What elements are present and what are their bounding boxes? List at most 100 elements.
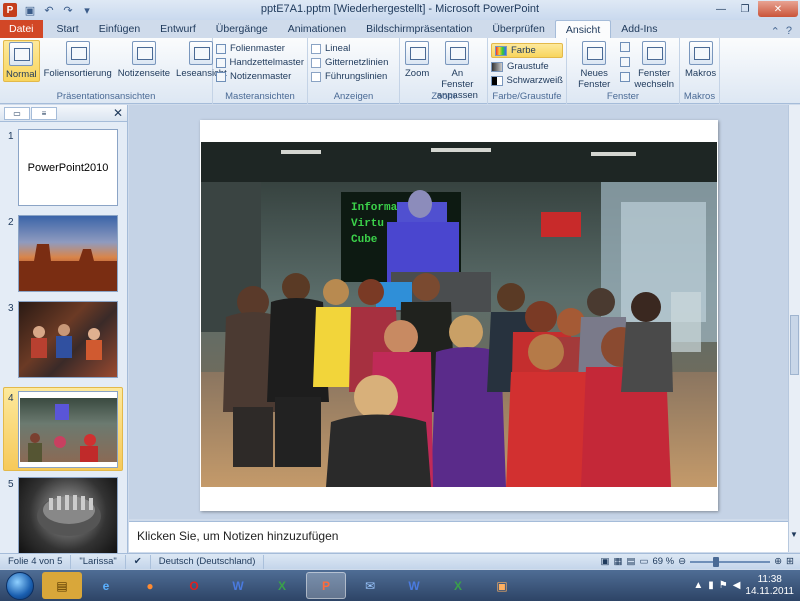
group-label: Zoom [431, 91, 456, 102]
graustufe-button[interactable]: Graustufe [491, 61, 563, 72]
foliensortierung-button[interactable]: Foliensortierung [42, 40, 114, 82]
thunderbird-icon[interactable]: ✉ [350, 572, 390, 599]
excel-icon[interactable]: X [438, 572, 478, 599]
normal-view-status-icon[interactable]: ▣ [601, 556, 610, 567]
zoom-slider[interactable] [690, 556, 771, 567]
tab-animationen[interactable]: Animationen [278, 20, 356, 38]
outline-tab[interactable]: ≡ [31, 106, 57, 120]
farbe-button[interactable]: Farbe [491, 43, 563, 58]
tab-datei[interactable]: Datei [0, 20, 43, 38]
maximize-button[interactable]: ❐ [734, 1, 756, 17]
zoom-level[interactable]: 69 % [652, 556, 674, 567]
fit-to-window-icon [445, 41, 470, 65]
start-button[interactable] [6, 571, 34, 600]
presentation-viewer-icon[interactable]: ▣ [482, 572, 522, 599]
minimize-ribbon-icon[interactable]: ⌃ [771, 25, 780, 38]
fuehrungslinien-checkbox[interactable]: Führungslinien [311, 71, 396, 82]
group-label: Masteransichten [225, 91, 295, 102]
slideshow-status-icon[interactable]: ▭ [639, 556, 648, 567]
save-icon[interactable]: ▣ [23, 4, 37, 17]
word-icon[interactable]: W [394, 572, 434, 599]
ribbon-tabs: Datei Start Einfügen Entwurf Übergänge A… [0, 20, 800, 38]
close-pane-icon[interactable]: ✕ [113, 106, 123, 120]
normal-view-button[interactable]: Normal [3, 40, 40, 82]
firefox-icon[interactable]: ● [130, 572, 170, 599]
slides-pane-header: ▭ ≡ ✕ [0, 105, 127, 122]
internet-explorer-icon[interactable]: e [86, 572, 126, 599]
notes-pane[interactable]: Klicken Sie, um Notizen hinzuzufügen [129, 521, 788, 552]
svg-text:Virtu: Virtu [351, 218, 384, 230]
volume-icon[interactable]: ◀ [733, 580, 741, 591]
language-indicator[interactable]: Deutsch (Deutschland) [151, 554, 265, 569]
folienmaster-button[interactable]: Folienmaster [216, 43, 304, 54]
tab-einfuegen[interactable]: Einfügen [89, 20, 150, 38]
slide-master-icon [216, 43, 226, 54]
current-slide[interactable]: Informa Virtu Cube [200, 120, 718, 511]
tab-bildschirmpraesentation[interactable]: Bildschirmpräsentation [356, 20, 482, 38]
slide-thumbnail-selected[interactable]: 4 [0, 391, 122, 473]
minimize-button[interactable]: — [710, 1, 732, 17]
quick-access-toolbar: ▣ ↶ ↷ ▾ [23, 4, 94, 17]
reading-view-status-icon[interactable]: ▤ [626, 556, 635, 567]
cascade-icon[interactable] [620, 57, 631, 67]
vertical-scrollbar[interactable]: ▼ [788, 105, 800, 552]
schwarzweiss-button[interactable]: Schwarzweiß [491, 75, 563, 86]
help-icon[interactable]: ? [786, 25, 792, 38]
move-split-icon[interactable] [620, 72, 631, 82]
zoom-in-icon[interactable]: ⊕ [774, 556, 782, 567]
desert-image [19, 244, 117, 291]
zoom-out-icon[interactable]: ⊖ [678, 556, 686, 567]
opera-icon[interactable]: O [174, 572, 214, 599]
makros-button[interactable]: Makros [683, 40, 718, 80]
tray-expand-icon[interactable]: ▲ [693, 580, 703, 591]
excel-icon[interactable]: X [262, 572, 302, 599]
zoom-slider-knob[interactable] [713, 556, 720, 567]
notizenmaster-button[interactable]: Notizenmaster [216, 71, 304, 82]
word-icon[interactable]: W [218, 572, 258, 599]
slide-preview: PowerPoint2010 [18, 129, 118, 206]
close-button[interactable]: ✕ [758, 1, 798, 17]
tab-start[interactable]: Start [47, 20, 89, 38]
slides-tab[interactable]: ▭ [4, 106, 30, 120]
tab-add-ins[interactable]: Add-Ins [611, 20, 667, 38]
group-label: Anzeigen [333, 91, 374, 102]
group-masteransichten: Folienmaster Handzettelmaster Notizenmas… [213, 38, 308, 104]
slide-thumbnail[interactable]: 3 [0, 301, 122, 383]
window-title: pptE7A1.pptm [Wiederhergestellt] - Micro… [260, 3, 540, 15]
tab-ueberpruefen[interactable]: Überprüfen [482, 20, 555, 38]
fenster-wechseln-button[interactable]: Fenster wechseln [632, 40, 676, 91]
undo-icon[interactable]: ↶ [42, 4, 56, 17]
network-icon[interactable]: ▮ [708, 580, 714, 591]
tab-ansicht[interactable]: Ansicht [554, 20, 612, 38]
lineal-checkbox[interactable]: Lineal [311, 43, 396, 54]
group-zoom: Zoom An Fenster anpassen Zoom [400, 38, 488, 104]
color-icon [495, 45, 507, 56]
redo-icon[interactable]: ↷ [61, 4, 75, 17]
powerpoint-taskbar-icon[interactable]: P [306, 572, 346, 599]
slide-preview [18, 301, 118, 378]
neues-fenster-button[interactable]: Neues Fenster [570, 40, 618, 91]
arrange-all-icon[interactable] [620, 42, 631, 52]
notizenseite-button[interactable]: Notizenseite [116, 40, 172, 82]
clock[interactable]: 11:38 14.11.2011 [745, 574, 794, 598]
handzettelmaster-button[interactable]: Handzettelmaster [216, 57, 304, 68]
slide-thumbnail[interactable]: 1 PowerPoint2010 [0, 129, 122, 211]
powerpoint-app-icon[interactable]: P [3, 3, 17, 17]
slide-thumbnail[interactable]: 5 [0, 477, 122, 559]
flag-icon[interactable]: ⚑ [719, 580, 728, 591]
tab-entwurf[interactable]: Entwurf [150, 20, 206, 38]
windows-taskbar: ▤ e ● O W X P ✉ W X ▣ ▲ ▮ ⚑ ◀ 11:38 14.1… [0, 570, 800, 601]
spellcheck-icon[interactable]: ✔ [126, 554, 151, 569]
fit-slide-icon[interactable]: ⊞ [786, 556, 794, 567]
scroll-down-icon[interactable]: ▼ [790, 530, 798, 539]
tab-uebergaenge[interactable]: Übergänge [206, 20, 278, 38]
gitternetzlinien-checkbox[interactable]: Gitternetzlinien [311, 57, 396, 68]
customize-qat-icon[interactable]: ▾ [80, 4, 94, 17]
slide-preview [18, 391, 118, 468]
slide-sorter-status-icon[interactable]: ▦ [613, 556, 622, 567]
explorer-icon[interactable]: ▤ [42, 572, 82, 599]
slide-photo-museum-visitors[interactable]: Informa Virtu Cube [201, 142, 717, 487]
group-label: Präsentationsansichten [56, 91, 156, 102]
slide-thumbnail[interactable]: 2 [0, 215, 122, 297]
scrollbar-thumb[interactable] [790, 315, 799, 375]
